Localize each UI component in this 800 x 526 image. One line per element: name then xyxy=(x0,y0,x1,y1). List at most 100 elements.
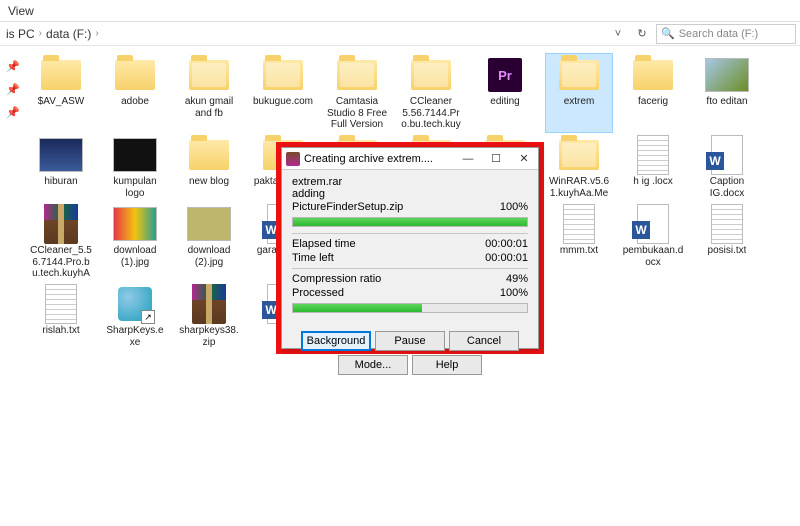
folder-icon xyxy=(559,140,599,170)
text-file-icon xyxy=(711,204,743,244)
chevron-right-icon: › xyxy=(39,28,42,39)
current-file: PictureFinderSetup.zip xyxy=(292,201,403,213)
dialog-titlebar[interactable]: Creating archive extrem.... — ☐ ✕ xyxy=(282,148,538,170)
processed-value: 100% xyxy=(500,287,528,299)
text-file-icon xyxy=(563,204,595,244)
folder-icon xyxy=(263,60,303,90)
file-item[interactable]: sharpkeys38.zip xyxy=(176,283,242,350)
breadcrumb-segment[interactable]: data (F:) xyxy=(46,27,91,41)
file-label: Camtasia Studio 8 Free Full Version xyxy=(326,96,388,130)
file-item[interactable]: facerig xyxy=(620,54,686,132)
file-item[interactable]: akun gmail and fb xyxy=(176,54,242,132)
file-label: download (1).jpg xyxy=(104,245,166,268)
file-label: WinRAR.v5.61.kuyhAa.Me xyxy=(548,176,610,199)
processed-label: Processed xyxy=(292,287,344,299)
ratio-label: Compression ratio xyxy=(292,273,381,285)
file-item[interactable]: extrem xyxy=(546,54,612,132)
refresh-icon[interactable]: ↻ xyxy=(632,24,652,44)
file-label: new blog xyxy=(189,176,229,188)
image-thumbnail xyxy=(113,207,157,241)
file-item[interactable]: CCleaner_5.56.7144.Pro.bu.tech.kuyhAa.Me… xyxy=(28,203,94,281)
ratio-value: 49% xyxy=(506,273,528,285)
file-item[interactable]: SharpKeys.exe xyxy=(102,283,168,350)
background-button[interactable]: Background xyxy=(301,331,371,351)
file-item[interactable]: posisi.txt xyxy=(694,203,760,281)
elapsed-value: 00:00:01 xyxy=(485,238,528,250)
file-item[interactable]: pembukaan.docx xyxy=(620,203,686,281)
folder-icon xyxy=(115,60,155,90)
pin-icon: 📌 xyxy=(6,60,20,73)
text-file-icon xyxy=(45,284,77,324)
file-item[interactable]: mmm.txt xyxy=(546,203,612,281)
file-item[interactable]: bukugue.com xyxy=(250,54,316,132)
word-doc-icon xyxy=(711,135,743,175)
timeleft-label: Time left xyxy=(292,252,334,264)
premiere-icon: Pr xyxy=(488,58,522,92)
exe-icon xyxy=(118,287,152,321)
file-item[interactable]: download (2).jpg xyxy=(176,203,242,281)
address-bar-row: is PC › data (F:) › ˅ ↻ 🔍 Search data (F… xyxy=(0,22,800,46)
search-placeholder: Search data (F:) xyxy=(679,28,758,40)
search-icon: 🔍 xyxy=(661,27,675,40)
file-item[interactable]: $AV_ASW xyxy=(28,54,94,132)
file-label: posisi.txt xyxy=(708,245,747,257)
ribbon-tab-bar: View xyxy=(0,0,800,22)
file-item[interactable]: new blog xyxy=(176,134,242,201)
ribbon-tab-view[interactable]: View xyxy=(8,4,34,18)
minimize-button[interactable]: — xyxy=(454,149,482,169)
timeleft-value: 00:00:01 xyxy=(485,252,528,264)
search-input[interactable]: 🔍 Search data (F:) xyxy=(656,24,796,44)
breadcrumb[interactable]: is PC › data (F:) › xyxy=(4,27,604,41)
file-label: hiburan xyxy=(44,176,77,188)
maximize-button[interactable]: ☐ xyxy=(482,149,510,169)
file-item[interactable]: kumpulan logo xyxy=(102,134,168,201)
file-item[interactable]: hiburan xyxy=(28,134,94,201)
pin-icon: 📌 xyxy=(6,106,20,119)
image-thumbnail xyxy=(39,138,83,172)
image-thumbnail xyxy=(113,138,157,172)
file-label: akun gmail and fb xyxy=(178,96,240,119)
mode-button[interactable]: Mode... xyxy=(338,355,408,375)
total-progress-bar xyxy=(292,303,528,313)
file-label: sharpkeys38.zip xyxy=(178,325,240,348)
file-item[interactable]: Prediting xyxy=(472,54,538,132)
folder-icon xyxy=(41,60,81,90)
dialog-button-row: Background Pause Cancel Mode... Help xyxy=(282,325,538,383)
file-item[interactable]: WinRAR.v5.61.kuyhAa.Me xyxy=(546,134,612,201)
archive-name: extrem.rar xyxy=(292,176,528,188)
file-label: h ig .locx xyxy=(633,176,672,188)
file-label: Caption IG.docx xyxy=(696,176,758,199)
file-item[interactable]: fto editan xyxy=(694,54,760,132)
dialog-body: extrem.rar adding PictureFinderSetup.zip… xyxy=(282,170,538,325)
file-item[interactable]: Caption IG.docx xyxy=(694,134,760,201)
close-button[interactable]: ✕ xyxy=(510,149,538,169)
archive-action: adding xyxy=(292,188,528,200)
file-item[interactable]: download (1).jpg xyxy=(102,203,168,281)
file-item[interactable]: adobe xyxy=(102,54,168,132)
dropdown-icon[interactable]: ˅ xyxy=(608,24,628,44)
file-label: fto editan xyxy=(706,96,747,108)
file-label: bukugue.com xyxy=(253,96,313,108)
archive-icon xyxy=(44,204,78,244)
cancel-button[interactable]: Cancel xyxy=(449,331,519,351)
file-item[interactable]: CCleaner 5.56.7144.Pro.bu.tech.kuyhAa. xyxy=(398,54,464,132)
pin-column: 📌 📌 📌 xyxy=(6,60,20,119)
file-label: SharpKeys.exe xyxy=(104,325,166,348)
breadcrumb-segment[interactable]: is PC xyxy=(6,27,35,41)
archive-icon xyxy=(192,284,226,324)
file-label: facerig xyxy=(638,96,668,108)
file-item[interactable]: h ig .locx xyxy=(620,134,686,201)
current-file-pct: 100% xyxy=(500,201,528,213)
image-thumbnail xyxy=(187,207,231,241)
winrar-progress-dialog: Creating archive extrem.... — ☐ ✕ extrem… xyxy=(281,147,539,349)
pause-button[interactable]: Pause xyxy=(375,331,445,351)
folder-icon xyxy=(189,140,229,170)
help-button[interactable]: Help xyxy=(412,355,482,375)
folder-icon xyxy=(633,60,673,90)
file-item[interactable]: Camtasia Studio 8 Free Full Version xyxy=(324,54,390,132)
file-item[interactable]: rislah.txt xyxy=(28,283,94,350)
folder-icon xyxy=(411,60,451,90)
pin-icon: 📌 xyxy=(6,83,20,96)
file-label: extrem xyxy=(564,96,595,108)
file-label: download (2).jpg xyxy=(178,245,240,268)
